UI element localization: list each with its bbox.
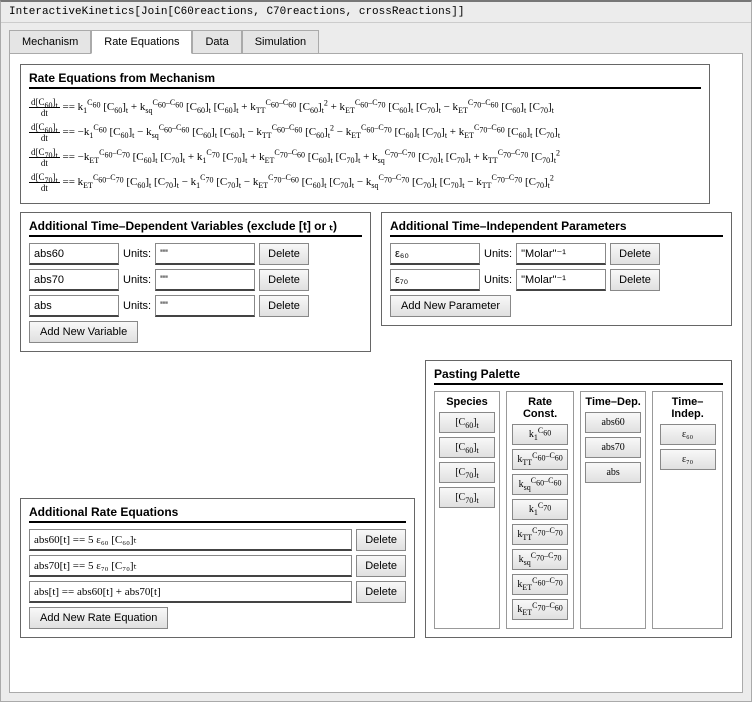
time-dep-name-2[interactable] (29, 295, 119, 317)
palette-species-title: Species (439, 396, 495, 408)
time-indep-row-1: Units: Delete (390, 269, 723, 291)
mechanism-eq-4: d[C70]tdt == kETC60–C70 [C60]t [C70]t − … (29, 170, 701, 195)
rate-eq-row-0: Delete (29, 529, 406, 551)
rate-eq-delete-0[interactable]: Delete (356, 529, 406, 551)
rate-eq-row-2: Delete (29, 581, 406, 603)
time-dep-title: Additional Time–Dependent Variables (exc… (29, 219, 362, 237)
palette-td-1[interactable]: abs70 (585, 437, 641, 458)
time-dep-delete-0[interactable]: Delete (259, 243, 309, 265)
palette-species-1[interactable]: [C60]t (439, 437, 495, 458)
mechanism-eq-1: d[C60]tdt == k1C60 [C60]t + ksqC60–C60 [… (29, 95, 701, 120)
tab-content: Rate Equations from Mechanism d[C60]tdt … (9, 53, 743, 693)
time-indep-name-0[interactable] (390, 243, 480, 265)
palette-td-0[interactable]: abs60 (585, 412, 641, 433)
time-dep-name-1[interactable] (29, 269, 119, 291)
units-label: Units: (123, 274, 151, 286)
units-label: Units: (484, 248, 512, 260)
time-indep-panel: Additional Time–Independent Parameters U… (381, 212, 732, 326)
rate-equations-title: Rate Equations from Mechanism (29, 71, 701, 89)
rate-eq-input-0[interactable] (29, 529, 352, 551)
tab-rate-equations[interactable]: Rate Equations (91, 30, 192, 54)
time-dep-units-2[interactable] (155, 295, 255, 317)
time-indep-title: Additional Time–Independent Parameters (390, 219, 723, 237)
tab-row: Mechanism Rate Equations Data Simulation (1, 23, 751, 53)
additional-rate-title: Additional Rate Equations (29, 505, 406, 523)
mechanism-eq-3: d[C70]tdt == −kETC60–C70 [C60]t [C70]t +… (29, 145, 701, 170)
palette-rc-7[interactable]: kETC70–C60 (512, 599, 568, 620)
time-dep-row-1: Units: Delete (29, 269, 362, 291)
palette-rc-1[interactable]: kTTC60–C60 (512, 449, 568, 470)
palette-rc-4[interactable]: kTTC70–C70 (512, 524, 568, 545)
units-label: Units: (484, 274, 512, 286)
palette-rc-2[interactable]: ksqC60–C60 (512, 474, 568, 495)
palette-time-indep: Time–Indep. ε₆₀ ε₇₀ (652, 391, 723, 629)
palette-rc-3[interactable]: k1C70 (512, 499, 568, 520)
units-label: Units: (123, 248, 151, 260)
tab-mechanism[interactable]: Mechanism (9, 30, 91, 54)
pasting-palette: Pasting Palette Species [C60]t [C60]t [C… (425, 360, 732, 638)
time-dep-name-0[interactable] (29, 243, 119, 265)
time-dep-delete-1[interactable]: Delete (259, 269, 309, 291)
time-indep-row-0: Units: Delete (390, 243, 723, 265)
rate-eq-input-2[interactable] (29, 581, 352, 603)
palette-rate-const: Rate Const. k1C60 kTTC60–C60 ksqC60–C60 … (506, 391, 574, 629)
additional-rate-panel: Additional Rate Equations Delete Delete … (20, 498, 415, 638)
time-dep-panel: Additional Time–Dependent Variables (exc… (20, 212, 371, 352)
palette-species: Species [C60]t [C60]t [C70]t [C70]t (434, 391, 500, 629)
time-indep-delete-1[interactable]: Delete (610, 269, 660, 291)
palette-rc-5[interactable]: ksqC70–C70 (512, 549, 568, 570)
rate-equations-panel: Rate Equations from Mechanism d[C60]tdt … (20, 64, 710, 204)
palette-species-0[interactable]: [C60]t (439, 412, 495, 433)
mechanism-eq-2: d[C60]tdt == −k1C60 [C60]t − ksqC60–C60 … (29, 120, 701, 145)
palette-time-indep-title: Time–Indep. (657, 396, 718, 420)
palette-ti-1[interactable]: ε₇₀ (660, 449, 716, 470)
time-dep-row-2: Units: Delete (29, 295, 362, 317)
add-new-parameter-button[interactable]: Add New Parameter (390, 295, 511, 317)
palette-time-dep: Time–Dep. abs60 abs70 abs (580, 391, 646, 629)
palette-rc-6[interactable]: kETC60–C70 (512, 574, 568, 595)
tab-data[interactable]: Data (192, 30, 241, 54)
palette-ti-0[interactable]: ε₆₀ (660, 424, 716, 445)
palette-species-3[interactable]: [C70]t (439, 487, 495, 508)
time-indep-units-0[interactable] (516, 243, 606, 265)
window-title: InteractiveKinetics[Join[C60reactions, C… (1, 2, 751, 23)
add-new-rate-equation-button[interactable]: Add New Rate Equation (29, 607, 168, 629)
time-indep-name-1[interactable] (390, 269, 480, 291)
palette-species-2[interactable]: [C70]t (439, 462, 495, 483)
time-dep-units-0[interactable] (155, 243, 255, 265)
time-dep-row-0: Units: Delete (29, 243, 362, 265)
tab-simulation[interactable]: Simulation (242, 30, 319, 54)
palette-title: Pasting Palette (434, 367, 723, 385)
time-dep-delete-2[interactable]: Delete (259, 295, 309, 317)
app-window: InteractiveKinetics[Join[C60reactions, C… (0, 0, 752, 702)
rate-eq-row-1: Delete (29, 555, 406, 577)
palette-rc-0[interactable]: k1C60 (512, 424, 568, 445)
palette-td-2[interactable]: abs (585, 462, 641, 483)
rate-eq-delete-1[interactable]: Delete (356, 555, 406, 577)
time-dep-units-1[interactable] (155, 269, 255, 291)
rate-eq-delete-2[interactable]: Delete (356, 581, 406, 603)
units-label: Units: (123, 300, 151, 312)
palette-time-dep-title: Time–Dep. (585, 396, 641, 408)
time-indep-units-1[interactable] (516, 269, 606, 291)
palette-rate-const-title: Rate Const. (511, 396, 569, 420)
time-indep-delete-0[interactable]: Delete (610, 243, 660, 265)
rate-eq-input-1[interactable] (29, 555, 352, 577)
add-new-variable-button[interactable]: Add New Variable (29, 321, 138, 343)
